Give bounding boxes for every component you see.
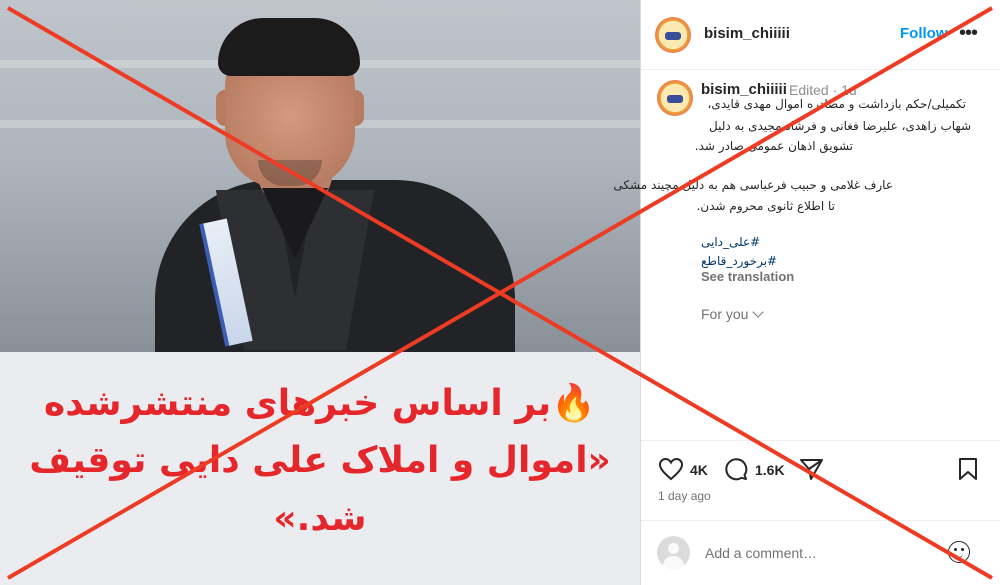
comment-bubble-icon[interactable] [723,457,749,481]
more-horizontal-icon[interactable]: ••• [959,22,978,45]
add-comment-input[interactable] [705,542,935,564]
post-timestamp[interactable]: 1 day ago [658,489,711,503]
header-username[interactable]: bisim_chiiiii [704,25,790,42]
post-sidebar: bisim_chiiiii Follow ••• bisim_chiiiii E… [613,0,1000,585]
chevron-down-icon [752,306,765,318]
avatar-logo [659,21,687,49]
like-count[interactable]: 4K [690,462,708,478]
hashtag-link[interactable]: #علی_دایی [701,235,761,249]
post-header: bisim_chiiiii Follow ••• [641,0,1000,70]
post-media[interactable]: 🔥بر اساس خبرهای منتشرشده «اموال و املاک … [0,0,640,585]
for-you-label: For you [701,306,749,322]
user-avatar-icon [657,536,690,569]
post-photo [0,0,640,352]
edited-timestamp: Edited · 1d [789,82,857,98]
share-paper-plane-icon[interactable] [799,457,825,481]
comment-text-line: عارف غلامی و حبیب فرعباسی هم به دلیل مچی… [613,178,893,192]
image-caption-line: «اموال و املاک علی دایی توقیف [29,440,611,481]
hashtag-link[interactable]: #برخورد_قاطع [701,254,783,268]
avatar[interactable] [655,17,691,53]
comment-text-line: تشویق اذهان عمومی صادر شد. [694,139,853,153]
image-caption-line: شد.» [273,498,367,539]
avatar-logo [661,84,689,112]
image-caption-line: 🔥بر اساس خبرهای منتشرشده [44,383,596,424]
comment-text-line: تا اطلاع ثانوی محروم شدن. [696,199,835,213]
instagram-post-window: 🔥بر اساس خبرهای منتشرشده «اموال و املاک … [0,0,1000,585]
caption-comment: bisim_chiiiii Edited · 1d تکمیلی/حکم باز… [613,71,1000,441]
add-comment-bar [641,520,1000,585]
comment-username[interactable]: bisim_chiiiii [701,81,787,98]
see-translation-link[interactable]: See translation [701,269,794,284]
comment-count[interactable]: 1.6K [755,462,785,478]
emoji-icon[interactable] [948,541,970,563]
comment-text-line: تکمیلی/حکم بازداشت و مصادره اموال مهدی ق… [707,97,966,111]
person-hair [218,18,360,76]
action-bar: 4K 1.6K 1 day ago [641,440,1000,510]
avatar[interactable] [657,80,693,116]
heart-icon[interactable] [658,457,684,481]
for-you-dropdown[interactable]: For you [701,306,765,322]
comment-text-line: شهاب زاهدی، علیرضا فغانی و فرشاد مجیدی ب… [709,119,971,133]
bookmark-icon[interactable] [957,457,979,481]
follow-button[interactable]: Follow [900,25,948,42]
